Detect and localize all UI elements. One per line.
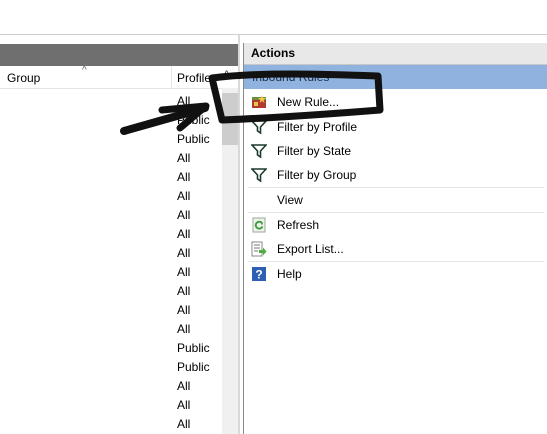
column-header-profile[interactable]: Profile: [177, 71, 211, 85]
new-rule-label: New Rule...: [277, 95, 340, 109]
table-row[interactable]: All: [177, 225, 210, 244]
pane-splitter[interactable]: [238, 35, 240, 434]
view-label: View: [277, 193, 303, 207]
export-list-action[interactable]: Export List...: [244, 237, 547, 261]
filter-icon: [251, 168, 267, 183]
pane-title-bar: [0, 44, 240, 66]
rules-list-pane: Group ^ Profile ^ All Public Public All …: [0, 35, 240, 434]
filter-by-state-label: Filter by State: [277, 144, 352, 158]
table-row[interactable]: All: [177, 244, 210, 263]
filter-icon: [251, 144, 267, 159]
filter-by-state-action[interactable]: Filter by State: [244, 139, 547, 163]
table-row[interactable]: All: [177, 92, 210, 111]
filter-by-profile-label: Filter by Profile: [277, 120, 358, 134]
refresh-icon: [252, 217, 266, 233]
actions-pane: Actions Inbound Rules New Rule... Filter…: [243, 43, 547, 434]
chevron-up-icon[interactable]: ^: [224, 69, 229, 81]
vertical-scrollbar[interactable]: [222, 88, 238, 434]
table-row[interactable]: All: [177, 377, 210, 396]
inbound-rules-section-header[interactable]: Inbound Rules: [244, 65, 547, 89]
new-rule-action[interactable]: New Rule...: [244, 90, 547, 114]
profile-column-cells: All Public Public All All All All All Al…: [177, 92, 210, 434]
table-row[interactable]: All: [177, 168, 210, 187]
table-row[interactable]: Public: [177, 130, 210, 149]
refresh-action[interactable]: Refresh: [244, 213, 547, 237]
help-action[interactable]: ? Help: [244, 262, 547, 286]
table-row[interactable]: All: [177, 187, 210, 206]
filter-icon: [251, 120, 267, 135]
svg-text:?: ?: [255, 268, 262, 282]
export-list-label: Export List...: [277, 242, 344, 256]
view-action[interactable]: View: [244, 188, 547, 212]
table-row[interactable]: Public: [177, 358, 210, 377]
section-header-label: Inbound Rules: [252, 70, 330, 84]
column-header-group[interactable]: Group: [7, 71, 40, 85]
new-rule-icon: [252, 95, 266, 108]
table-row[interactable]: All: [177, 396, 210, 415]
table-row[interactable]: Public: [177, 111, 210, 130]
scrollbar-thumb[interactable]: [222, 93, 238, 145]
table-row[interactable]: All: [177, 206, 210, 225]
table-row[interactable]: All: [177, 320, 210, 339]
filter-by-profile-action[interactable]: Filter by Profile: [244, 115, 547, 139]
table-row[interactable]: All: [177, 282, 210, 301]
table-row[interactable]: All: [177, 301, 210, 320]
column-header-row: Group ^ Profile ^: [0, 65, 240, 89]
export-icon: [251, 241, 267, 257]
actions-title-text: Actions: [251, 46, 296, 60]
filter-by-group-label: Filter by Group: [277, 168, 357, 182]
column-divider[interactable]: [171, 66, 172, 88]
table-row[interactable]: Public: [177, 339, 210, 358]
help-label: Help: [277, 267, 302, 281]
actions-pane-title: Actions: [244, 43, 547, 65]
top-toolbar-area: [0, 0, 547, 35]
table-row[interactable]: All: [177, 263, 210, 282]
sort-ascending-icon: ^: [82, 65, 87, 76]
table-row[interactable]: All: [177, 415, 210, 434]
help-icon: ?: [252, 267, 266, 282]
table-row[interactable]: All: [177, 149, 210, 168]
refresh-label: Refresh: [277, 218, 320, 232]
filter-by-group-action[interactable]: Filter by Group: [244, 163, 547, 187]
